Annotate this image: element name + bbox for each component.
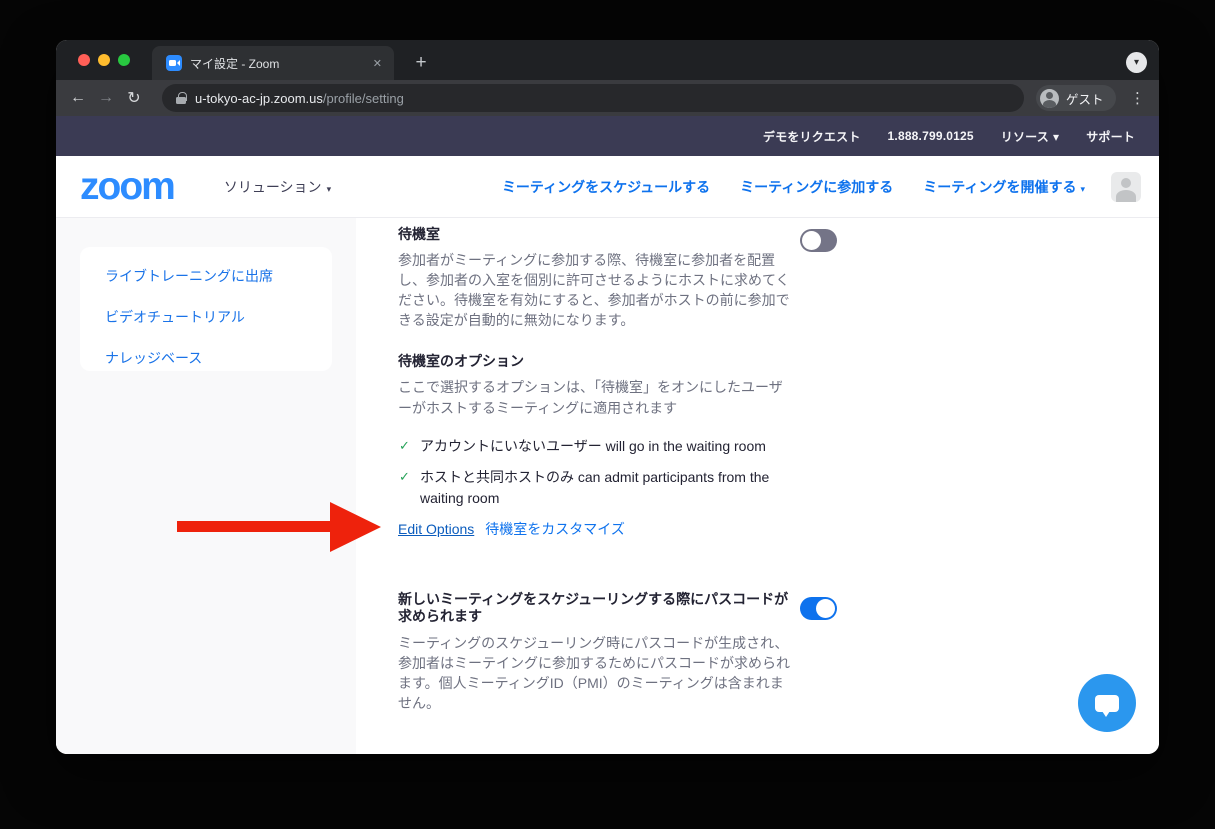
check-icon xyxy=(399,438,411,454)
zoom-favicon-icon xyxy=(166,55,182,71)
waiting-room-toggle[interactable] xyxy=(800,229,837,252)
person-icon xyxy=(1040,89,1059,108)
url-path: /profile/setting xyxy=(323,91,404,106)
window-close-icon[interactable] xyxy=(78,54,90,66)
lock-icon xyxy=(176,92,186,104)
waiting-room-links: Edit Options 待機室をカスタマイズ xyxy=(398,519,625,539)
tab-close-icon[interactable] xyxy=(373,57,382,70)
passcode-description: ミーティングのスケジューリング時にパスコードが生成され、参加者はミーテイングに参… xyxy=(398,633,790,713)
phone-number: 1.888.799.0125 xyxy=(888,129,974,143)
profile-guest-badge[interactable]: ゲスト xyxy=(1036,85,1116,111)
sidebar-item-live-training[interactable]: ライブトレーニングに出席 xyxy=(105,266,332,286)
sidebar-card: ライブトレーニングに出席 ビデオチュートリアル ナレッジベース xyxy=(80,247,332,371)
page-content: ライブトレーニングに出席 ビデオチュートリアル ナレッジベース 待機室 参加者が… xyxy=(56,218,1159,754)
customize-waiting-room-link[interactable]: 待機室をカスタマイズ xyxy=(485,519,625,539)
site-topbar: デモをリクエスト 1.888.799.0125 リソース サポート xyxy=(56,116,1159,156)
waiting-room-title: 待機室 xyxy=(398,226,440,243)
back-button[interactable] xyxy=(64,89,92,107)
browser-menu-icon[interactable] xyxy=(1128,89,1148,107)
annotation-arrow-head-icon xyxy=(330,502,381,552)
window-minimize-icon[interactable] xyxy=(98,54,110,66)
window-zoom-icon[interactable] xyxy=(118,54,130,66)
zoom-logo[interactable]: zoom xyxy=(80,167,174,206)
edit-options-link[interactable]: Edit Options xyxy=(398,521,474,537)
forward-button[interactable] xyxy=(92,89,120,107)
caret-down-icon xyxy=(1080,184,1085,194)
caret-down-icon xyxy=(1053,130,1059,144)
nav-join-meeting[interactable]: ミーティングに参加する xyxy=(740,177,893,197)
nav-host-meeting[interactable]: ミーティングを開催する xyxy=(923,177,1085,197)
passcode-title: 新しいミーティングをスケジューリングする際にパスコードが求められます xyxy=(398,591,790,625)
option-row: ホストと共同ホストのみ can admit participants from … xyxy=(398,467,784,509)
new-tab-button[interactable] xyxy=(408,50,434,76)
left-panel: ライブトレーニングに出席 ビデオチュートリアル ナレッジベース xyxy=(56,218,356,754)
chat-bubble-icon xyxy=(1095,695,1119,712)
option-text: アカウントにいないユーザー will go in the waiting roo… xyxy=(420,436,766,457)
browser-window: マイ設定 - Zoom u-tokyo-ac-jp.zoom.us /profi… xyxy=(56,40,1159,754)
annotation-arrow xyxy=(177,521,334,532)
reload-button[interactable] xyxy=(120,88,148,108)
sidebar-item-knowledge-base[interactable]: ナレッジベース xyxy=(105,348,332,368)
waiting-room-description: 参加者がミーティングに参加する際、待機室に参加者を配置し、参加者の入室を個別に許… xyxy=(398,250,790,330)
browser-toolbar: u-tokyo-ac-jp.zoom.us /profile/setting ゲ… xyxy=(56,80,1159,116)
avatar[interactable] xyxy=(1111,172,1141,202)
tab-search-chevron-icon[interactable] xyxy=(1126,52,1147,73)
guest-label: ゲスト xyxy=(1066,89,1104,108)
sidebar-item-video-tutorials[interactable]: ビデオチュートリアル xyxy=(105,307,332,327)
waiting-room-options-description: ここで選択するオプションは、「待機室」をオンにしたユーザーがホストするミーティン… xyxy=(398,377,796,419)
option-text: ホストと共同ホストのみ can admit participants from … xyxy=(420,467,784,509)
resources-menu[interactable]: リソース xyxy=(1001,128,1059,145)
site-nav: ミーティングをスケジュールする ミーティングに参加する ミーティングを開催する xyxy=(502,177,1085,197)
tab-strip: マイ設定 - Zoom xyxy=(56,40,1159,80)
browser-tab[interactable]: マイ設定 - Zoom xyxy=(152,46,394,80)
chat-support-button[interactable] xyxy=(1078,674,1136,732)
url-domain: u-tokyo-ac-jp.zoom.us xyxy=(195,91,323,106)
waiting-room-options-title: 待機室のオプション xyxy=(398,353,524,370)
caret-down-icon xyxy=(327,184,332,194)
solutions-menu[interactable]: ソリューション xyxy=(224,177,331,197)
check-icon xyxy=(399,469,411,485)
site-header: zoom ソリューション ミーティングをスケジュールする ミーティングに参加する… xyxy=(56,156,1159,218)
passcode-toggle[interactable] xyxy=(800,597,837,620)
request-demo-link[interactable]: デモをリクエスト xyxy=(763,128,861,145)
nav-schedule-meeting[interactable]: ミーティングをスケジュールする xyxy=(502,177,710,197)
url-bar[interactable]: u-tokyo-ac-jp.zoom.us /profile/setting xyxy=(162,84,1024,112)
support-link[interactable]: サポート xyxy=(1086,128,1135,145)
option-row: アカウントにいないユーザー will go in the waiting roo… xyxy=(398,436,796,457)
tab-title: マイ設定 - Zoom xyxy=(190,55,373,72)
